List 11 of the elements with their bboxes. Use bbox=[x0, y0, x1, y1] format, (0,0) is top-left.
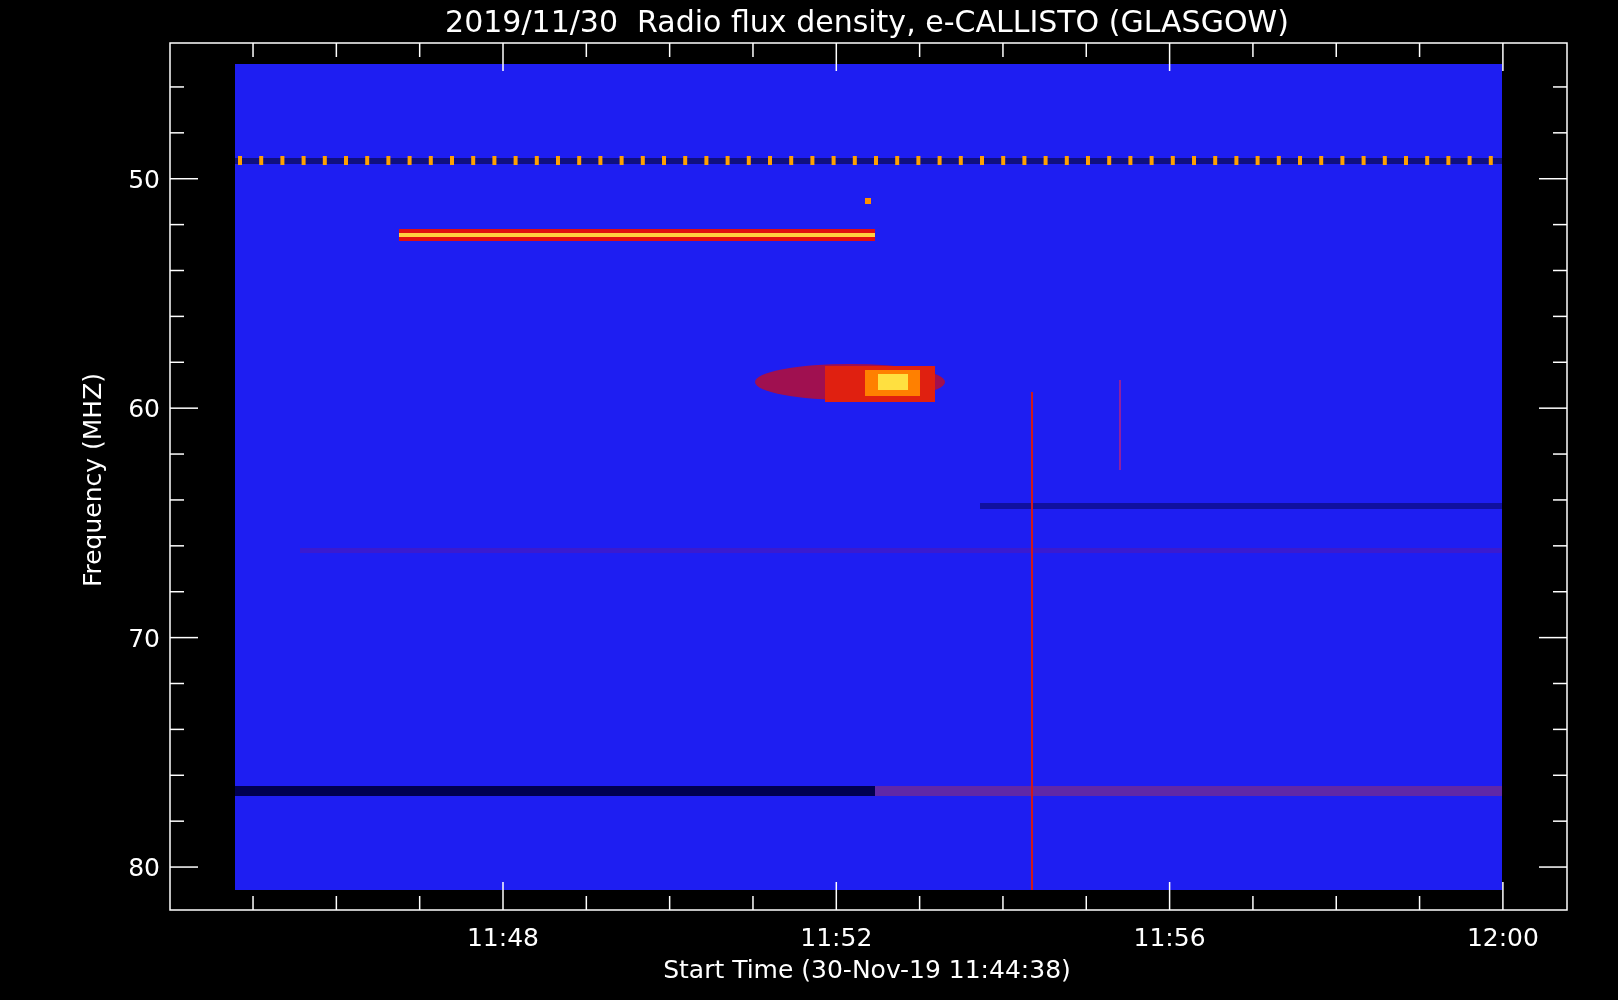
y-tick-label: 80 bbox=[128, 853, 160, 883]
x-tick-label: 11:56 bbox=[1133, 923, 1206, 952]
y-tick-label: 50 bbox=[128, 164, 160, 194]
x-tick-label: 11:48 bbox=[467, 923, 539, 952]
x-tick-label: 11:52 bbox=[800, 923, 873, 952]
y-tick-label: 70 bbox=[128, 623, 160, 653]
y-axis-label: Frequency (MHZ) bbox=[78, 372, 107, 588]
y-tick-label: 60 bbox=[128, 394, 160, 424]
x-axis-label: Start Time (30-Nov-19 11:44:38) bbox=[663, 955, 1071, 984]
x-tick-label: 12:00 bbox=[1466, 923, 1539, 952]
chart-title: 2019/11/30 Radio flux density, e-CALLISTO (GLASGOW) bbox=[445, 4, 1289, 39]
